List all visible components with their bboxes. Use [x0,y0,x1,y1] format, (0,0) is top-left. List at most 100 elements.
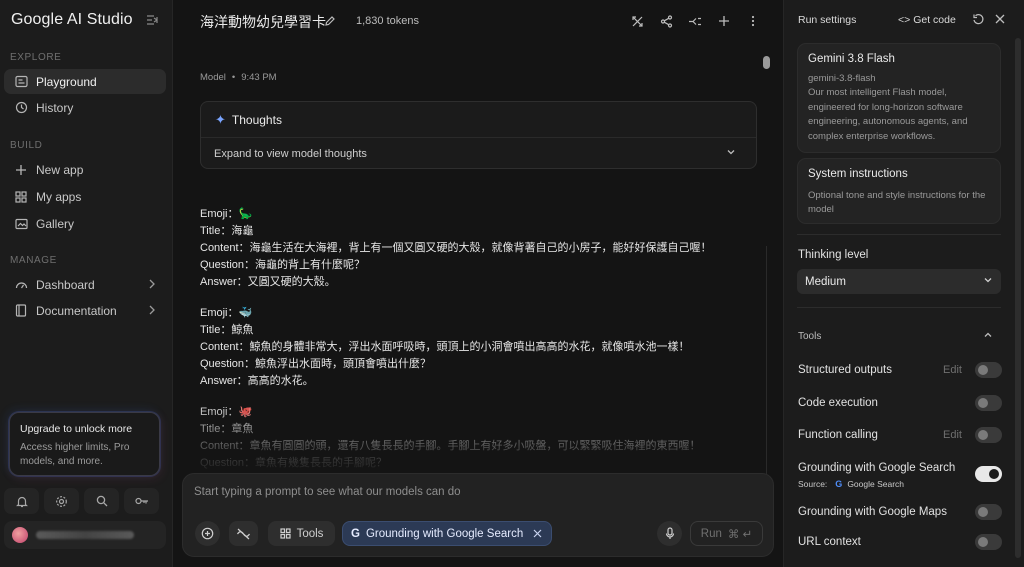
expand-thoughts-label: Expand to view model thoughts [214,147,367,160]
panel-scroll-thumb[interactable] [1015,38,1021,558]
sparkle-icon: ✦ [215,111,226,127]
structured-outputs-toggle[interactable] [975,362,1002,378]
tool-grounding-maps: Grounding with Google Maps [798,504,1003,520]
divider [797,307,1001,308]
sidebar-item-gallery[interactable]: Gallery [4,211,166,236]
sidebar-item-label: Playground [36,74,97,89]
system-instructions-placeholder: Optional tone and style instructions for… [808,190,986,215]
url-context-toggle[interactable] [975,534,1002,550]
chevron-right-icon [148,278,156,290]
card-content: Content：海龜生活在大海裡，背上有一個又圓又硬的大殼，就像背著自己的小房子… [200,242,712,254]
account-button[interactable] [4,521,166,549]
sidebar-item-documentation[interactable]: Documentation [4,298,166,323]
thinking-level-select[interactable]: Medium [797,269,1001,294]
code-execution-toggle[interactable] [975,395,1002,411]
page-title[interactable]: 海洋動物幼兒學習卡 [200,12,326,32]
new-chat-icon[interactable] [717,14,731,28]
microphone-button[interactable] [657,521,682,546]
card-title: Title：海龜 [200,225,254,237]
model-description: Our most intelligent Flash model, engine… [808,87,968,142]
chevron-down-icon [726,148,736,156]
add-media-button[interactable] [195,521,220,546]
compare-icon[interactable] [630,14,644,28]
close-icon[interactable] [533,529,542,538]
book-icon [14,304,28,318]
notifications-button[interactable] [4,488,39,514]
sidebar-item-label: History [36,100,74,115]
grounding-source: Source: G Google Search [798,479,904,489]
grounding-chip[interactable]: G Grounding with Google Search [342,521,553,546]
search-icon [96,495,108,507]
flashcard: Emoji：🐙 Title：章魚 Content：章魚有圓圓的頭，還有八隻長長的… [200,404,760,470]
thoughts-label: Thoughts [231,112,282,127]
grounding-maps-toggle[interactable] [975,504,1002,520]
account-name-redacted [36,531,134,539]
share-icon[interactable] [659,14,673,28]
tools-grid-icon [279,528,291,539]
model-selector-card[interactable]: Gemini 3.8 Flash gemini-3.8-flash Our mo… [797,43,1001,153]
chevron-down-icon [983,276,993,284]
tool-grounding-search: Grounding with Google Search [798,462,1003,482]
disable-tools-button[interactable] [229,521,258,546]
get-code-button[interactable]: <> Get code [898,14,956,26]
card-answer: Answer：高高的水花。 [200,375,314,387]
gallery-icon [14,217,28,231]
microphone-icon [665,527,675,540]
divider [797,234,1001,235]
run-button[interactable]: Run ⌘ ↵ [690,521,763,546]
system-instructions-card[interactable]: System instructions Optional tone and st… [797,158,1001,224]
apps-grid-icon [14,190,28,204]
plus-icon [14,163,28,177]
model-id: gemini-3.8-flash [808,73,876,84]
tool-label: Function calling [798,429,878,441]
brand-logo[interactable]: Google AI Studio [11,11,133,29]
api-key-button[interactable] [124,488,159,514]
sidebar-item-playground[interactable]: Playground [4,69,166,94]
grounding-search-toggle[interactable] [975,466,1002,482]
edit-title-icon[interactable] [324,15,336,27]
model-response: Emoji：🦕 Title：海龜 Content：海龜生活在大海裡，背上有一個又… [200,206,760,470]
model-name: Gemini 3.8 Flash [808,53,895,65]
settings-button[interactable] [44,488,79,514]
source-value[interactable]: Google Search [847,479,904,489]
scroll-thumb[interactable] [763,56,770,69]
upgrade-card[interactable]: Upgrade to unlock more Access higher lim… [9,412,160,476]
google-g-icon: G [351,527,360,540]
sidebar-item-history[interactable]: History [4,95,166,120]
edit-link[interactable]: Edit [943,364,962,376]
message-meta: Model • 9:43 PM [200,72,277,83]
thinking-level-value: Medium [805,275,846,288]
avatar [12,527,28,543]
collapse-sidebar-icon[interactable] [146,14,158,26]
tool-structured-outputs: Structured outputs Edit [798,362,1003,378]
tool-label: Structured outputs [798,364,892,376]
more-options-icon[interactable] [746,14,760,28]
search-button[interactable] [84,488,119,514]
chevron-up-icon[interactable] [983,331,993,339]
function-calling-toggle[interactable] [975,427,1002,443]
tool-label: URL context [798,536,861,548]
tools-section-header[interactable]: Tools [798,331,821,342]
sidebar-item-new-app[interactable]: New app [4,157,166,182]
close-panel-icon[interactable] [994,13,1006,25]
prompt-input[interactable]: Start typing a prompt to see what our mo… [194,486,461,498]
section-build: BUILD [10,140,43,151]
tools-button[interactable]: Tools [268,521,335,546]
tools-off-icon [236,528,251,540]
branch-icon[interactable] [688,14,702,28]
reset-settings-icon[interactable] [972,13,985,26]
card-question: Question：鯨魚浮出水面時，頭頂會噴出什麼？ [200,358,432,370]
source-label: Source: [798,479,828,489]
edit-link[interactable]: Edit [943,429,962,441]
sidebar-item-label: Dashboard [36,277,95,292]
sidebar-item-my-apps[interactable]: My apps [4,184,166,209]
card-question: Question：海龜的背上有什麼呢？ [200,259,366,271]
expand-thoughts-button[interactable]: Expand to view model thoughts [201,138,756,169]
panel-title: Run settings [798,14,857,26]
sidebar-item-dashboard[interactable]: Dashboard [4,272,166,297]
flashcard: Emoji：🦕 Title：海龜 Content：海龜生活在大海裡，背上有一個又… [200,206,760,291]
panel-scrollbar[interactable] [1015,30,1021,567]
tool-label: Grounding with Google Maps [798,506,947,518]
card-emoji: Emoji：🐳 [200,307,253,319]
card-emoji: Emoji：🦕 [200,208,253,220]
